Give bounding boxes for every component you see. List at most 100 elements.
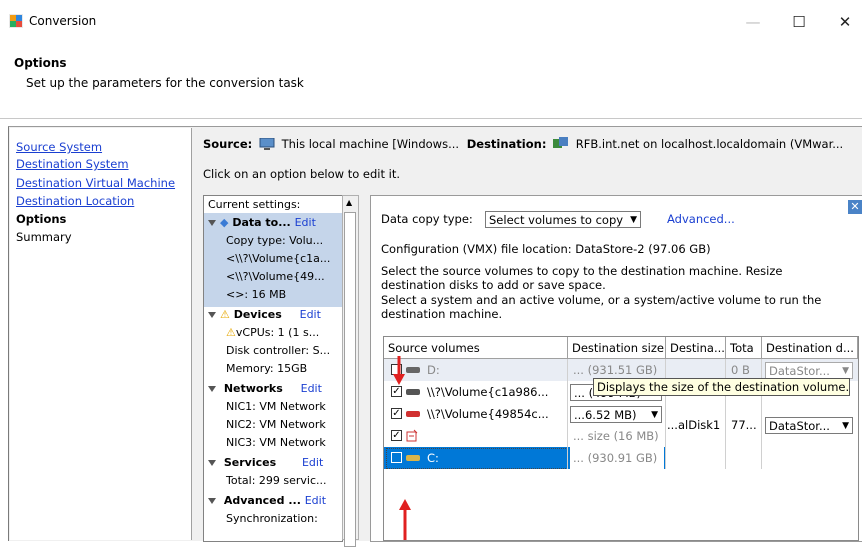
settings-advanced-section[interactable]: Advanced ... Edit bbox=[208, 494, 326, 507]
edit-instruction: Click on an option below to edit it. bbox=[203, 167, 401, 181]
title-bar bbox=[0, 0, 862, 46]
data-line: Copy type: Volu... bbox=[226, 234, 324, 247]
vmx-location: Configuration (VMX) file location: DataS… bbox=[381, 242, 711, 256]
services-section-title: Services bbox=[223, 456, 277, 469]
copy-type-value: Select volumes to copy bbox=[489, 213, 624, 227]
volume-checkbox[interactable]: ✓ bbox=[391, 430, 402, 441]
destination-size-select[interactable]: ...6.52 MB) ▼ bbox=[570, 406, 662, 423]
close-button[interactable]: ✕ bbox=[830, 10, 860, 34]
datastore-select[interactable]: DataStor... ▼ bbox=[765, 362, 853, 379]
collapse-icon[interactable] bbox=[208, 312, 216, 318]
advanced-edit-link[interactable]: Edit bbox=[305, 494, 326, 507]
minimize-button[interactable]: — bbox=[738, 10, 768, 34]
settings-devices-section[interactable]: ⚠ Devices Edit bbox=[208, 308, 321, 321]
copy-type-select[interactable]: Select volumes to copy ▼ bbox=[485, 211, 641, 228]
nav-destination-system[interactable]: Destination System bbox=[16, 157, 129, 171]
devices-section-title: Devices bbox=[233, 308, 282, 321]
column-header-source[interactable]: Source volumes bbox=[384, 337, 568, 359]
page-title: Options bbox=[14, 56, 67, 70]
red-arrow-up-icon bbox=[399, 499, 411, 540]
services-edit-link[interactable]: Edit bbox=[302, 456, 323, 469]
network-line: NIC2: VM Network bbox=[226, 418, 326, 431]
dropdown-arrow-icon: ▼ bbox=[630, 215, 637, 225]
instruction-line: destination machine. bbox=[381, 307, 503, 321]
volume-checkbox[interactable]: ✓ bbox=[391, 386, 402, 397]
converter-app-icon bbox=[9, 14, 23, 28]
window-title: Conversion bbox=[29, 14, 97, 28]
volume-checkbox[interactable]: ✓ bbox=[391, 408, 402, 419]
data-edit-link[interactable]: Edit bbox=[295, 216, 316, 229]
collapse-icon[interactable] bbox=[208, 498, 216, 504]
nav-destination-location[interactable]: Destination Location bbox=[16, 194, 134, 208]
scrollbar-thumb[interactable] bbox=[344, 212, 356, 547]
data-line: <\\?\Volume{c1a... bbox=[226, 252, 331, 265]
page-subtitle: Set up the parameters for the conversion… bbox=[26, 76, 304, 90]
disk-icon bbox=[406, 389, 420, 395]
networks-edit-link[interactable]: Edit bbox=[301, 382, 322, 395]
settings-data-section[interactable]: ◆ Data to... Edit bbox=[208, 216, 316, 229]
data-line: <\\?\Volume{49... bbox=[226, 270, 325, 283]
close-panel-icon[interactable]: ✕ bbox=[848, 200, 862, 214]
data-section-title: Data to... bbox=[232, 216, 291, 229]
nav-destination-vm[interactable]: Destination Virtual Machine bbox=[16, 176, 175, 190]
collapse-icon[interactable] bbox=[208, 220, 216, 226]
instruction-line: Select a system and an active volume, or… bbox=[381, 293, 822, 307]
data-to-copy-panel: ✕ Data copy type: Select volumes to copy… bbox=[370, 195, 862, 542]
source-value: This local machine [Windows... bbox=[281, 137, 460, 151]
advanced-line: Synchronization: bbox=[226, 512, 318, 525]
column-header-destina[interactable]: Destina... bbox=[666, 337, 726, 359]
nav-options[interactable]: Options bbox=[16, 212, 66, 226]
red-arrow-down-icon bbox=[393, 356, 405, 385]
instruction-line: destination disks to add or save space. bbox=[381, 278, 606, 292]
devices-line: ⚠vCPUs: 1 (1 s... bbox=[226, 326, 319, 339]
table-row[interactable]: ✓ ... size (16 MB) bbox=[384, 425, 858, 447]
devices-line: Disk controller: S... bbox=[226, 344, 331, 357]
tooltip: Displays the size of the destination vol… bbox=[593, 378, 850, 396]
advanced-section-title: Advanced ... bbox=[223, 494, 301, 507]
column-divider bbox=[761, 359, 762, 469]
column-header-dest-datastore[interactable]: Destination d... bbox=[762, 337, 858, 359]
network-line: NIC1: VM Network bbox=[226, 400, 326, 413]
disk-icon bbox=[406, 367, 420, 373]
volume-checkbox[interactable] bbox=[391, 452, 402, 463]
settings-services-section[interactable]: Services Edit bbox=[208, 456, 323, 469]
volume-name: \\?\Volume{49854c... bbox=[427, 407, 549, 421]
advanced-link[interactable]: Advanced... bbox=[667, 212, 735, 226]
destination-size-value: ...6.52 MB) bbox=[574, 408, 637, 422]
swap-file-icon bbox=[406, 429, 418, 442]
collapse-icon[interactable] bbox=[208, 460, 216, 466]
data-line: <>: 16 MB bbox=[226, 288, 287, 301]
settings-header: Current settings: bbox=[208, 198, 301, 211]
nav-summary[interactable]: Summary bbox=[16, 230, 72, 244]
column-divider bbox=[567, 359, 568, 469]
table-row-selected[interactable]: C: ... (930.91 GB) bbox=[384, 447, 858, 469]
scroll-up-icon[interactable]: ▲ bbox=[346, 198, 352, 207]
collapse-icon[interactable] bbox=[208, 386, 216, 392]
column-divider bbox=[725, 359, 726, 469]
computer-icon bbox=[259, 137, 275, 150]
disk-icon bbox=[406, 455, 420, 461]
volume-name: \\?\Volume{c1a986... bbox=[427, 385, 549, 399]
datastore-value: DataStor... bbox=[769, 364, 830, 378]
source-label: Source: bbox=[203, 137, 253, 151]
current-settings-panel: Current settings: ◆ Data to... Edit Copy… bbox=[203, 195, 343, 542]
volume-name: C: bbox=[427, 451, 439, 465]
column-header-dest-size[interactable]: Destination size bbox=[568, 337, 666, 359]
nav-source-system[interactable]: Source System bbox=[16, 140, 102, 154]
devices-line: Memory: 15GB bbox=[226, 362, 308, 375]
volumes-table: Source volumes Destination size Destina.… bbox=[383, 336, 859, 541]
warning-icon: ⚠ bbox=[226, 326, 236, 339]
table-row[interactable]: ✓ \\?\Volume{49854c... ...6.52 MB) ▼ ...a… bbox=[384, 403, 858, 434]
devices-line-text: vCPUs: 1 (1 s... bbox=[235, 326, 320, 339]
devices-edit-link[interactable]: Edit bbox=[300, 308, 321, 321]
empty-cell bbox=[666, 447, 858, 469]
destination-size: ... (930.91 GB) bbox=[570, 447, 664, 469]
dropdown-arrow-icon: ▼ bbox=[651, 410, 658, 420]
column-header-total[interactable]: Tota bbox=[726, 337, 762, 359]
source-destination-line: Source: This local machine [Windows... D… bbox=[203, 137, 843, 151]
column-divider bbox=[665, 359, 666, 469]
maximize-button[interactable]: ☐ bbox=[784, 10, 814, 34]
instruction-line: Select the source volumes to copy to the… bbox=[381, 264, 783, 278]
destination-size: ... size (16 MB) bbox=[573, 429, 659, 443]
settings-networks-section[interactable]: Networks Edit bbox=[208, 382, 322, 395]
